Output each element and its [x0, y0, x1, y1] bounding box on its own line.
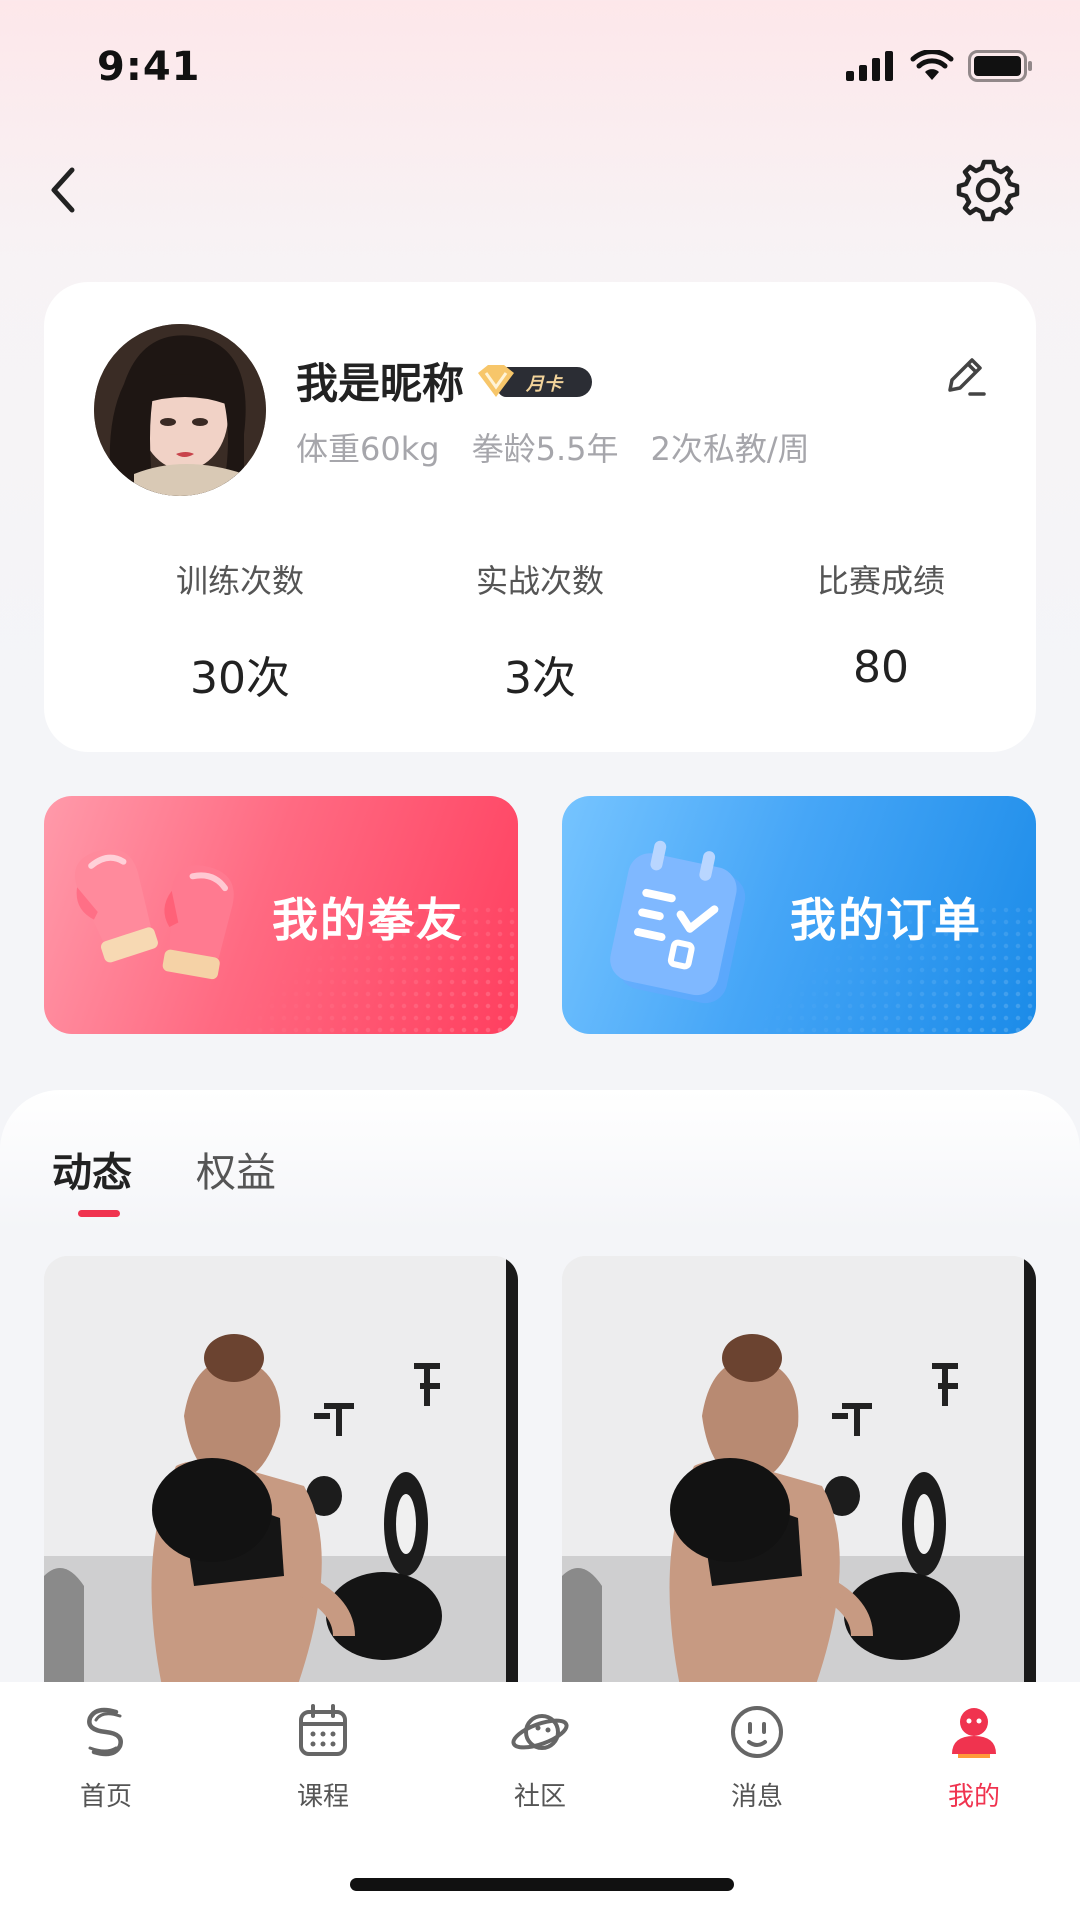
- tab-home[interactable]: 首页: [46, 1702, 166, 1813]
- home-logo-icon: [87, 1707, 123, 1757]
- smiley-icon: [731, 1706, 783, 1758]
- calendar-icon: [299, 1704, 347, 1756]
- notepad-checklist-icon: [610, 840, 746, 1004]
- nickname-row: 我是昵称 月卡: [296, 350, 594, 411]
- weight-text: 体重60kg: [296, 430, 440, 468]
- tab-courses[interactable]: 课程: [263, 1702, 383, 1813]
- user-icon: [952, 1708, 996, 1758]
- battery-icon: [968, 50, 1032, 82]
- boxer-photo: [44, 1256, 518, 1696]
- status-time: 9:41: [97, 44, 201, 90]
- settings-button[interactable]: [956, 158, 1020, 222]
- vip-badge: 月卡: [474, 359, 594, 403]
- pencil-icon: [948, 358, 986, 396]
- tab-label: 我的: [947, 1782, 1000, 1812]
- profile-meta: 体重60kg 拳龄5.5年 2次私教/周: [296, 424, 810, 470]
- my-orders-card[interactable]: 我的订单: [562, 796, 1036, 1034]
- avatar[interactable]: [94, 324, 266, 496]
- stats-row: 训练次数 30次 实战次数 3次 比赛成绩 80: [44, 556, 1036, 706]
- status-bar: 9:41: [0, 0, 1080, 130]
- stat-label: 实战次数: [475, 562, 604, 600]
- boxer-photo: [562, 1256, 1036, 1696]
- tab-messages[interactable]: 消息: [697, 1702, 817, 1813]
- shortcut-label: 我的订单: [790, 893, 982, 947]
- shortcut-label: 我的拳友: [272, 893, 464, 947]
- tab-label: 消息: [730, 1782, 783, 1812]
- tab-mine[interactable]: 我的: [914, 1702, 1034, 1813]
- tab-label: 首页: [79, 1782, 132, 1812]
- tab-label: 课程: [296, 1782, 349, 1812]
- stat-value: 30次: [190, 653, 290, 704]
- stat-value: 80: [853, 642, 909, 693]
- stat-label: 比赛成绩: [816, 562, 945, 600]
- vip-label: 月卡: [526, 373, 563, 395]
- chevron-left-icon: [51, 167, 75, 213]
- back-button[interactable]: [40, 160, 90, 220]
- profile-card: 我是昵称 月卡 体重60kg 拳龄5.5年 2次私教/周 训练次数 30次 实战…: [44, 282, 1036, 752]
- stat-training[interactable]: 训练次数 30次: [110, 556, 370, 706]
- feed-tabs: 动态 权益: [52, 1140, 276, 1198]
- post-card[interactable]: [562, 1256, 1036, 1696]
- gear-icon: [956, 159, 1020, 222]
- tab-community[interactable]: 社区: [480, 1702, 600, 1813]
- signal-icon: [846, 51, 893, 81]
- home-indicator: [350, 1878, 734, 1891]
- edit-profile-button[interactable]: [940, 352, 990, 402]
- wifi-icon: [910, 50, 954, 80]
- tab-indicator: [78, 1210, 120, 1217]
- status-icons: [846, 50, 1034, 82]
- boxing-gloves-icon: [74, 849, 234, 980]
- stat-label: 训练次数: [175, 562, 304, 600]
- tab-dynamics[interactable]: 动态: [52, 1140, 132, 1198]
- private-lessons-text: 2次私教/周: [650, 430, 810, 468]
- stat-value: 3次: [504, 653, 576, 704]
- stat-sparring[interactable]: 实战次数 3次: [410, 556, 670, 706]
- planet-icon: [511, 1714, 569, 1750]
- stat-competition[interactable]: 比赛成绩 80: [751, 556, 1011, 693]
- my-boxing-friends-card[interactable]: 我的拳友: [44, 796, 518, 1034]
- tab-label: 社区: [513, 1782, 566, 1812]
- boxing-age-text: 拳龄5.5年: [471, 430, 619, 468]
- vip-diamond-icon: [478, 364, 515, 397]
- post-card[interactable]: [44, 1256, 518, 1696]
- avatar-image: [94, 324, 266, 496]
- nickname: 我是昵称: [296, 359, 465, 408]
- tab-benefits[interactable]: 权益: [196, 1140, 276, 1198]
